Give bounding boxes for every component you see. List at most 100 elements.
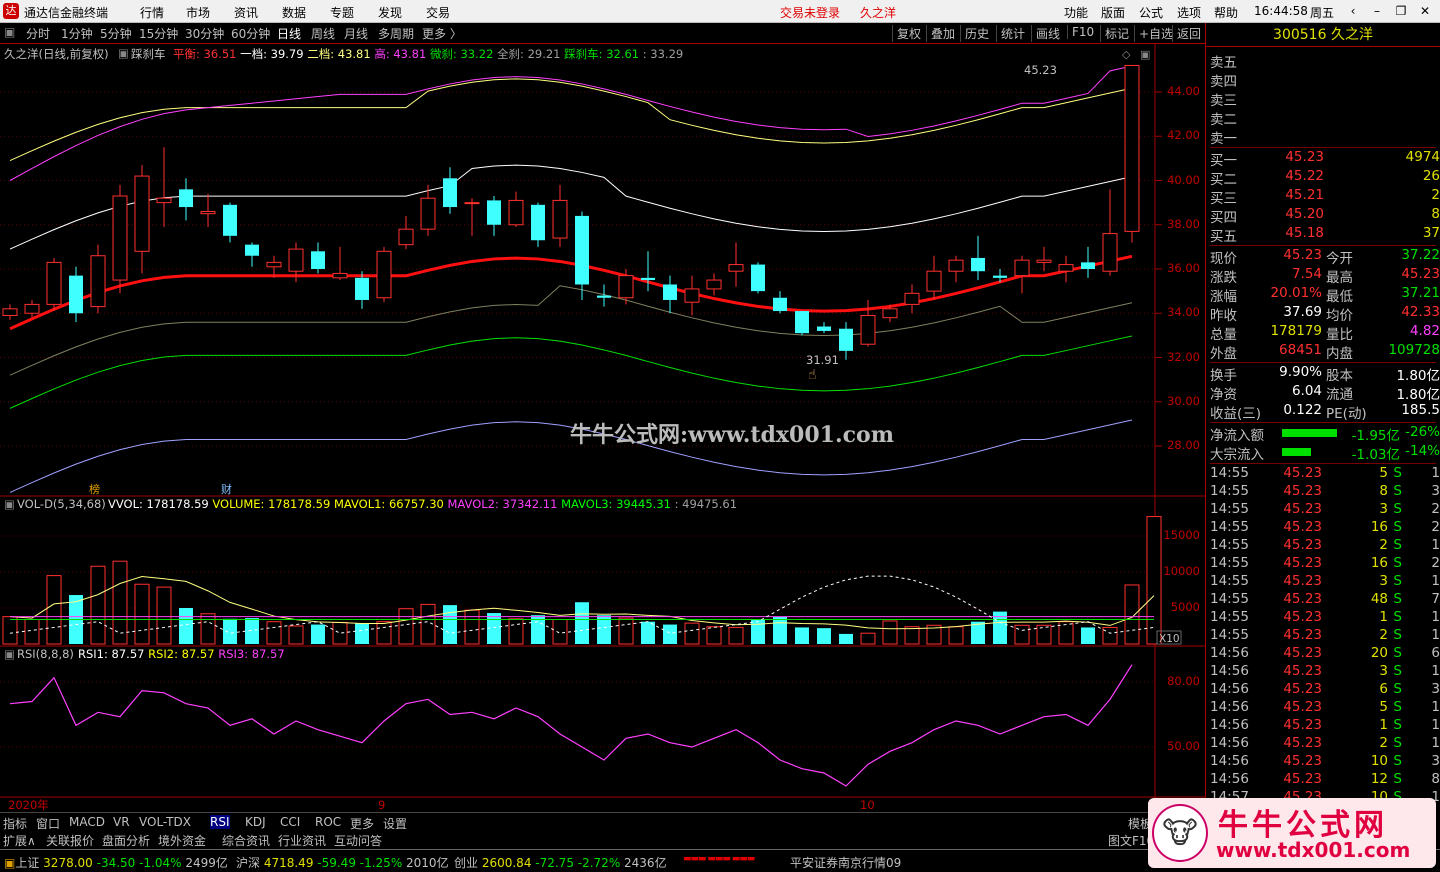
tab-30min[interactable]: 30分钟 <box>185 25 224 42</box>
buy-level[interactable]: 买四 45.20 8 <box>1210 206 1440 226</box>
tick-row[interactable]: 14:56 45.23 6 S 3 <box>1210 681 1440 699</box>
back-icon[interactable]: ‹ <box>1342 2 1364 20</box>
menu-layout[interactable]: 版面 <box>1101 4 1125 21</box>
marker-finance[interactable]: 财 <box>221 482 232 496</box>
tab-5min[interactable]: 5分钟 <box>100 25 132 42</box>
tick-row[interactable]: 14:56 45.23 5 S 1 <box>1210 699 1440 717</box>
extension-tab[interactable]: 境外资金 <box>158 832 206 849</box>
tick-row[interactable]: 14:56 45.23 3 S 1 <box>1210 663 1440 681</box>
sell-level[interactable]: 卖五 <box>1210 51 1440 71</box>
marker-rank[interactable]: 榜 <box>89 482 100 496</box>
indicator-tab[interactable]: KDJ <box>245 815 266 829</box>
stat-row[interactable]: 现价 45.23 今开 37.22 <box>1210 247 1440 267</box>
menu-trade[interactable]: 交易 <box>426 4 450 21</box>
stat-row[interactable]: 涨幅 20.01% 最低 37.21 <box>1210 285 1440 305</box>
tick-row[interactable]: 14:55 45.23 3 S 1 <box>1210 573 1440 591</box>
rsi-settings-icon[interactable]: ▣ <box>4 647 15 661</box>
indicator-tab[interactable]: RSI <box>210 815 230 829</box>
menu-help[interactable]: 帮助 <box>1214 4 1238 21</box>
expand-icon[interactable]: ▣ <box>1140 48 1150 61</box>
tab-intraday[interactable]: 分时 <box>26 25 50 42</box>
index-quote[interactable]: 沪深 4718.49 -59.49 -1.25% 2010亿 <box>236 854 449 871</box>
stat-row[interactable]: 涨跌 7.54 最高 45.23 <box>1210 266 1440 286</box>
stat-row[interactable]: 昨收 37.69 均价 42.33 <box>1210 304 1440 324</box>
btn-back[interactable]: 返回 <box>1172 25 1201 42</box>
flow-row[interactable]: 大宗流入 -1.03亿 -14% <box>1210 443 1440 463</box>
indicator-tab[interactable]: VR <box>113 815 130 829</box>
tab-more[interactable]: 更多 〉 <box>422 25 462 42</box>
chart-area[interactable]: 牛牛公式网:www.tdx001.com 榜 财 45.23 31.91 ☝ 2… <box>0 44 1205 812</box>
menu-news[interactable]: 资讯 <box>234 4 258 21</box>
minimize-icon[interactable]: – <box>1366 2 1388 20</box>
tab-multi-period[interactable]: 多周期 <box>378 25 414 42</box>
stat-row-2[interactable]: 净资 6.04 流通 1.80亿 <box>1210 383 1440 403</box>
indicator-tab[interactable]: VOL-TDX <box>139 815 191 829</box>
menu-data[interactable]: 数据 <box>282 4 306 21</box>
tick-row[interactable]: 14:56 45.23 2 S 1 <box>1210 735 1440 753</box>
sell-level[interactable]: 卖三 <box>1210 89 1440 109</box>
tab-15min[interactable]: 15分钟 <box>139 25 178 42</box>
tick-row[interactable]: 14:55 45.23 5 S 1 <box>1210 465 1440 483</box>
tick-row[interactable]: 14:55 45.23 2 S 1 <box>1210 627 1440 645</box>
stat-row[interactable]: 总量 178179 量比 4.82 <box>1210 323 1440 343</box>
index-quote[interactable]: 创业 2600.84 -72.75 -2.72% 2436亿 <box>454 854 667 871</box>
tick-row[interactable]: 14:55 45.23 48 S 7 <box>1210 591 1440 609</box>
tick-row[interactable]: 14:56 45.23 10 S 3 <box>1210 753 1440 771</box>
tick-row[interactable]: 14:55 45.23 16 S 2 <box>1210 555 1440 573</box>
broker-server[interactable]: 平安证券南京行情09 <box>790 854 901 871</box>
btn-overlay[interactable]: 叠加 <box>926 25 955 42</box>
extension-tab[interactable]: 综合资讯 <box>222 832 270 849</box>
tick-row[interactable]: 14:56 45.23 12 S 8 <box>1210 771 1440 789</box>
btn-mark[interactable]: 标记 <box>1100 25 1129 42</box>
extension-tab[interactable]: 互动问答 <box>334 832 382 849</box>
tick-row[interactable]: 14:55 45.23 3 S 2 <box>1210 501 1440 519</box>
diamond-icon[interactable]: ◇ <box>1122 48 1131 61</box>
login-status[interactable]: 交易未登录 <box>780 4 840 21</box>
stat-row-2[interactable]: 换手 9.90% 股本 1.80亿 <box>1210 364 1440 384</box>
indicator-tab[interactable]: CCI <box>280 815 300 829</box>
extension-tab[interactable]: 行业资讯 <box>278 832 326 849</box>
tick-row[interactable]: 14:55 45.23 1 S 1 <box>1210 609 1440 627</box>
tab-60min[interactable]: 60分钟 <box>231 25 270 42</box>
tab-daily[interactable]: 日线 <box>277 25 301 42</box>
menu-discover[interactable]: 发现 <box>378 4 402 21</box>
tick-row[interactable]: 14:56 45.23 20 S 6 <box>1210 645 1440 663</box>
indicator-tab[interactable]: MACD <box>69 815 105 829</box>
restore-icon[interactable]: ❐ <box>1390 2 1412 20</box>
vol-settings-icon[interactable]: ▣ <box>4 497 15 511</box>
stat-row-2[interactable]: 收益(三) 0.122 PE(动) 185.5 <box>1210 402 1440 422</box>
tab-1min[interactable]: 1分钟 <box>61 25 93 42</box>
extension-tab[interactable]: 扩展∧ <box>3 832 36 849</box>
tick-row[interactable]: 14:56 45.23 1 S 1 <box>1210 717 1440 735</box>
sell-level[interactable]: 卖四 <box>1210 70 1440 90</box>
tick-row[interactable]: 14:55 45.23 16 S 2 <box>1210 519 1440 537</box>
btn-adjust[interactable]: 复权 <box>892 25 921 42</box>
index-quote[interactable]: ▣上证 3278.00 -34.50 -1.04% 2499亿 <box>4 854 228 871</box>
menu-options[interactable]: 选项 <box>1177 4 1201 21</box>
sell-level[interactable]: 卖一 <box>1210 127 1440 147</box>
tab-weekly[interactable]: 周线 <box>311 25 335 42</box>
btn-stats[interactable]: 统计 <box>996 25 1025 42</box>
btn-add-watchlist[interactable]: +自选 <box>1134 25 1173 42</box>
buy-level[interactable]: 买一 45.23 4974 <box>1210 149 1440 169</box>
settings-icon[interactable]: ▣ <box>118 46 129 60</box>
indicator-tab[interactable]: ROC <box>315 815 341 829</box>
btn-f10[interactable]: F10 <box>1067 25 1094 39</box>
buy-level[interactable]: 买二 45.22 26 <box>1210 168 1440 188</box>
stat-row[interactable]: 外盘 68451 内盘 109728 <box>1210 342 1440 362</box>
buy-level[interactable]: 买三 45.21 2 <box>1210 187 1440 207</box>
menu-formula[interactable]: 公式 <box>1139 4 1163 21</box>
menu-topics[interactable]: 专题 <box>330 4 354 21</box>
tab-monthly[interactable]: 月线 <box>344 25 368 42</box>
buy-level[interactable]: 买五 45.18 37 <box>1210 225 1440 245</box>
extension-tab[interactable]: 盘面分析 <box>102 832 150 849</box>
close-icon[interactable]: ✕ <box>1414 2 1436 20</box>
panel-toggle-icon[interactable]: ▣ <box>4 25 15 39</box>
menu-markets[interactable]: 市场 <box>186 4 210 21</box>
extension-tab[interactable]: 关联报价 <box>46 832 94 849</box>
menu-functions[interactable]: 功能 <box>1064 4 1088 21</box>
btn-draw[interactable]: 画线 <box>1031 25 1060 42</box>
menu-market[interactable]: 行情 <box>140 4 164 21</box>
btn-history[interactable]: 历史 <box>960 25 989 42</box>
sell-level[interactable]: 卖二 <box>1210 108 1440 128</box>
